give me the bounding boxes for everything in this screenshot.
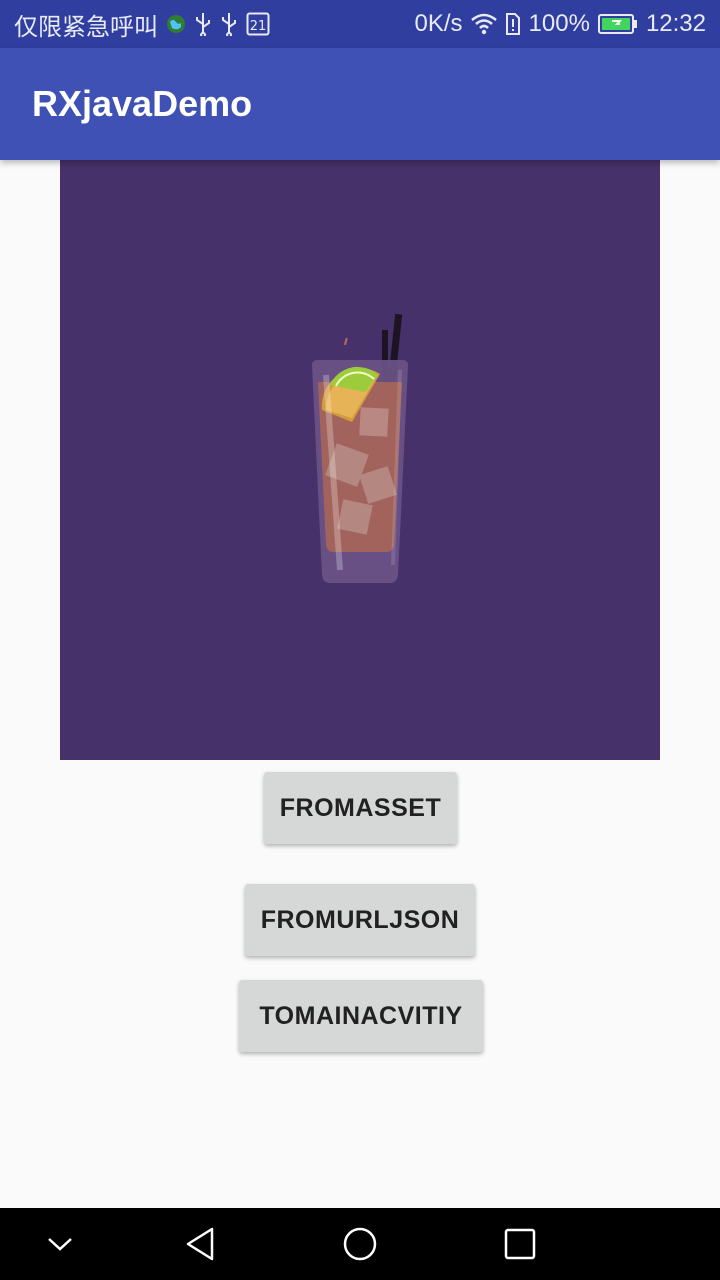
sim-alert-icon	[505, 12, 521, 36]
recents-icon[interactable]	[470, 1208, 570, 1280]
clock: 12:32	[645, 10, 706, 37]
battery-charging-icon	[597, 13, 638, 35]
usb-icon	[194, 12, 212, 36]
wifi-icon	[470, 13, 497, 35]
battery-percent: 100%	[528, 10, 590, 37]
status-bar: 仅限紧急呼叫 21 0K/s 100% 12:32	[0, 0, 720, 48]
usb-icon	[220, 12, 238, 36]
net-speed: 0K/s	[414, 10, 463, 37]
calendar-badge-text: 21	[250, 19, 267, 34]
back-icon[interactable]	[150, 1208, 250, 1280]
to-main-activity-button[interactable]: TOMAINACVITIY	[239, 980, 483, 1052]
chevron-down-icon[interactable]	[10, 1208, 110, 1280]
app-toolbar: RXjavaDemo	[0, 48, 720, 160]
from-asset-button[interactable]: FROMASSET	[264, 772, 457, 844]
navigation-bar	[0, 1208, 720, 1280]
globe-icon	[166, 14, 186, 34]
carrier-text: 仅限紧急呼叫	[14, 13, 158, 41]
home-icon[interactable]	[310, 1208, 410, 1280]
cocktail-image	[60, 160, 660, 760]
from-url-json-button[interactable]: FROMURLJSON	[245, 884, 475, 956]
cocktail-illustration-icon	[312, 313, 408, 583]
calendar-icon: 21	[246, 12, 270, 36]
app-title: RXjavaDemo	[32, 83, 253, 124]
